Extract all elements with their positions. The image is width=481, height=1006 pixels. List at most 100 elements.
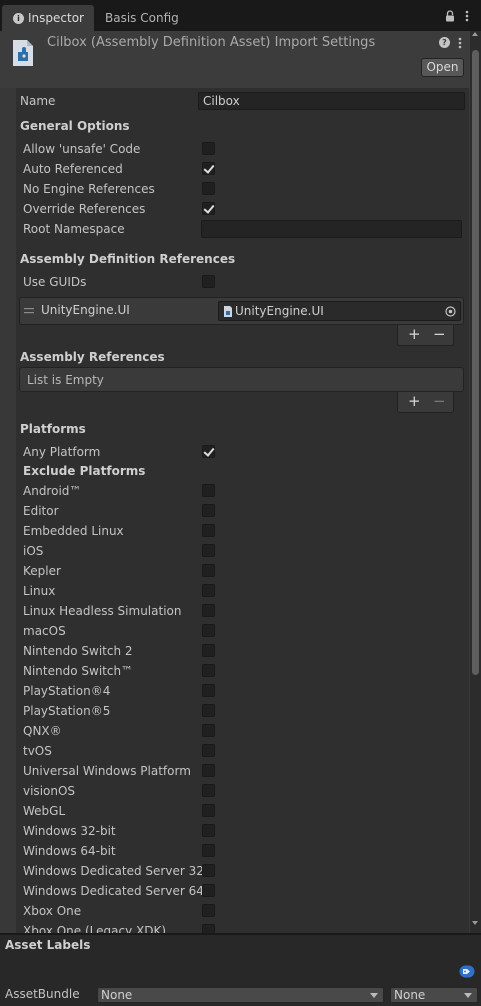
platform-label: Windows 64-bit bbox=[23, 844, 116, 858]
asmdef-list-controls: + − bbox=[397, 325, 454, 346]
platform-checkbox[interactable] bbox=[202, 484, 215, 497]
scroll-up-arrow-icon[interactable] bbox=[472, 32, 478, 36]
platform-label: iOS bbox=[23, 544, 44, 558]
platform-checkbox[interactable] bbox=[202, 624, 215, 637]
platform-label: Android™ bbox=[23, 484, 82, 498]
platform-checkbox[interactable] bbox=[202, 804, 215, 817]
platform-checkbox[interactable] bbox=[202, 764, 215, 777]
platform-label: Windows Dedicated Server 32- bbox=[23, 864, 209, 878]
header-menu-icon[interactable] bbox=[457, 36, 463, 50]
import-settings-panel: Name Cilbox General Options Allow 'unsaf… bbox=[16, 88, 469, 933]
platform-label: Nintendo Switch 2 bbox=[23, 644, 133, 658]
platform-label: QNX® bbox=[23, 724, 62, 738]
platform-checkbox[interactable] bbox=[202, 824, 215, 837]
allow-unsafe-checkbox[interactable] bbox=[202, 142, 215, 155]
assetbundle-variant-value: None bbox=[394, 988, 426, 1002]
platforms-title: Platforms bbox=[20, 422, 86, 436]
platform-label: PlayStation®4 bbox=[23, 684, 111, 698]
platform-label: Windows Dedicated Server 64- bbox=[23, 884, 209, 898]
platform-label: Editor bbox=[23, 504, 59, 518]
label-tag-icon[interactable] bbox=[459, 965, 475, 978]
no-engine-references-checkbox[interactable] bbox=[202, 182, 215, 195]
platform-checkbox[interactable] bbox=[202, 544, 215, 557]
name-label: Name bbox=[20, 94, 56, 108]
platform-label: Linux bbox=[23, 584, 56, 598]
platform-checkbox[interactable] bbox=[202, 684, 215, 697]
tab-bar: i Inspector Basis Config bbox=[0, 0, 481, 31]
remove-icon[interactable]: − bbox=[433, 326, 446, 343]
platform-checkbox[interactable] bbox=[202, 524, 215, 537]
name-field[interactable]: Cilbox bbox=[198, 92, 465, 110]
platform-checkbox[interactable] bbox=[202, 664, 215, 677]
use-guids-checkbox[interactable] bbox=[202, 275, 215, 288]
scrollbar[interactable] bbox=[470, 31, 481, 933]
option-label: Auto Referenced bbox=[23, 162, 123, 176]
root-namespace-field[interactable] bbox=[201, 220, 462, 238]
object-reference-field[interactable]: UnityEngine.UI bbox=[218, 301, 461, 321]
platform-checkbox[interactable] bbox=[202, 844, 215, 857]
platform-label: PlayStation®5 bbox=[23, 704, 111, 718]
platform-checkbox[interactable] bbox=[202, 724, 215, 737]
platform-checkbox[interactable] bbox=[202, 924, 215, 933]
platform-label: Linux Headless Simulation bbox=[23, 604, 182, 618]
assembly-definition-icon bbox=[13, 40, 33, 66]
platform-checkbox[interactable] bbox=[202, 744, 215, 757]
assetbundle-dropdown[interactable]: None bbox=[97, 987, 384, 1003]
platform-checkbox[interactable] bbox=[202, 644, 215, 657]
option-label: Allow 'unsafe' Code bbox=[23, 142, 141, 156]
object-reference-value: UnityEngine.UI bbox=[235, 304, 324, 318]
asmdef-references-title: Assembly Definition References bbox=[20, 252, 236, 266]
inspector-body: Name Cilbox General Options Allow 'unsaf… bbox=[0, 88, 481, 933]
platform-checkbox[interactable] bbox=[202, 704, 215, 717]
object-picker-icon[interactable] bbox=[445, 306, 456, 317]
general-options-title: General Options bbox=[20, 119, 130, 133]
help-icon[interactable]: ? bbox=[439, 37, 450, 48]
assembly-reference-list: List is Empty bbox=[19, 367, 464, 392]
platform-checkbox[interactable] bbox=[202, 864, 215, 877]
platform-label: tvOS bbox=[23, 744, 52, 758]
add-icon[interactable]: + bbox=[408, 326, 421, 343]
platform-label: Xbox One (Legacy XDK) bbox=[23, 924, 167, 933]
add-icon[interactable]: + bbox=[408, 393, 421, 410]
info-icon: i bbox=[13, 13, 24, 24]
name-value: Cilbox bbox=[203, 94, 240, 108]
platform-checkbox[interactable] bbox=[202, 604, 215, 617]
drag-handle-icon[interactable] bbox=[24, 308, 34, 314]
override-references-checkbox[interactable] bbox=[202, 202, 215, 215]
platform-label: WebGL bbox=[23, 804, 66, 818]
remove-icon: − bbox=[433, 392, 446, 410]
platform-label: Embedded Linux bbox=[23, 524, 124, 538]
auto-referenced-checkbox[interactable] bbox=[202, 162, 215, 175]
platform-checkbox[interactable] bbox=[202, 504, 215, 517]
tab-basis-config-label: Basis Config bbox=[105, 11, 179, 25]
empty-list-text: List is Empty bbox=[27, 373, 104, 387]
open-button[interactable]: Open bbox=[421, 58, 464, 77]
assembly-list-controls: + − bbox=[397, 392, 454, 413]
scroll-thumb[interactable] bbox=[472, 50, 479, 675]
platform-checkbox[interactable] bbox=[202, 884, 215, 897]
asmdef-reference-list: UnityEngine.UI UnityEngine.UI bbox=[19, 297, 464, 325]
option-label: Override References bbox=[23, 202, 146, 216]
any-platform-checkbox[interactable] bbox=[202, 445, 215, 458]
asset-labels-footer: Asset Labels AssetBundle None None bbox=[0, 935, 481, 1006]
scroll-down-arrow-icon[interactable] bbox=[472, 921, 478, 925]
platform-checkbox[interactable] bbox=[202, 584, 215, 597]
assetbundle-variant-dropdown[interactable]: None bbox=[390, 987, 478, 1003]
use-guids-label: Use GUIDs bbox=[23, 275, 87, 289]
list-item-label: UnityEngine.UI bbox=[41, 303, 130, 317]
asset-labels-title: Asset Labels bbox=[5, 938, 91, 952]
platform-checkbox[interactable] bbox=[202, 904, 215, 917]
platform-checkbox[interactable] bbox=[202, 564, 215, 577]
chevron-down-icon bbox=[370, 993, 378, 998]
assembly-references-title: Assembly References bbox=[20, 350, 165, 364]
lock-icon[interactable] bbox=[445, 10, 455, 22]
tab-inspector[interactable]: i Inspector bbox=[2, 5, 94, 31]
header-title: Cilbox (Assembly Definition Asset) Impor… bbox=[47, 35, 376, 50]
more-menu-icon[interactable] bbox=[464, 9, 470, 23]
platform-label: Kepler bbox=[23, 564, 61, 578]
root-namespace-label: Root Namespace bbox=[23, 222, 125, 236]
tab-basis-config[interactable]: Basis Config bbox=[96, 5, 196, 31]
platform-label: macOS bbox=[23, 624, 66, 638]
platform-checkbox[interactable] bbox=[202, 784, 215, 797]
platform-label: Universal Windows Platform bbox=[23, 764, 191, 778]
